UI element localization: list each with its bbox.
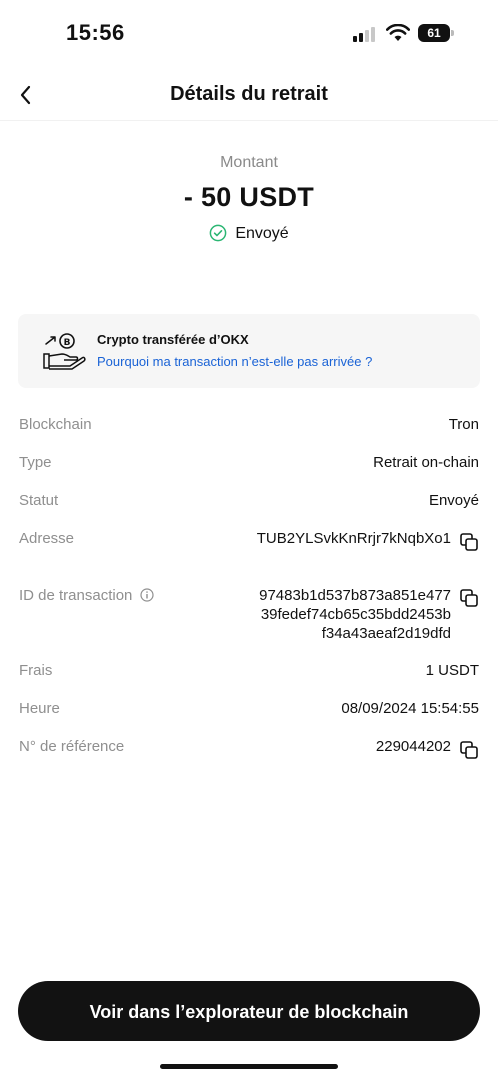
check-circle-icon: [209, 224, 227, 242]
tx-id-line: f34a43aeaf2d19dfd: [321, 625, 451, 642]
time-value: 08/09/2024 15:54:55: [341, 700, 479, 717]
wifi-icon: [386, 24, 410, 41]
address-label: Adresse: [19, 530, 75, 547]
status-row: Envoyé: [0, 224, 498, 243]
copy-tx-id-icon[interactable]: [460, 589, 478, 607]
tx-id-value: 97483b1d537b873a851e477 39fedef74cb65c35…: [191, 586, 451, 643]
reference-label: N° de référence: [19, 738, 125, 755]
blockchain-value: Tron: [448, 416, 479, 433]
info-icon[interactable]: [140, 588, 155, 602]
reference-value: 229044202: [375, 738, 451, 755]
status-time: 15:56: [66, 20, 125, 45]
fees-label: Frais: [19, 662, 53, 679]
blockchain-label: Blockchain: [19, 416, 92, 433]
amount-value: - 50 USDT: [183, 182, 315, 212]
nav-header: Détails du retrait: [0, 70, 498, 121]
why-not-arrived-link[interactable]: Pourquoi ma transaction n’est-elle pas a…: [97, 354, 372, 369]
signal-icon: [353, 26, 379, 42]
tx-id-line: 97483b1d537b873a851e477: [259, 587, 451, 604]
status-text: Envoyé: [235, 225, 289, 242]
home-indicator: [160, 1064, 338, 1069]
status-bar: 15:56 61: [0, 0, 498, 70]
type-value: Retrait on-chain: [373, 454, 479, 471]
fees-value: 1 USDT: [425, 662, 479, 679]
copy-reference-icon[interactable]: [460, 741, 478, 759]
type-label: Type: [19, 454, 52, 471]
battery-icon: 61: [418, 24, 454, 42]
tx-id-label: ID de transaction: [19, 587, 155, 604]
address-value: TUB2YLSvkKnRrjr7kNqbXo1: [256, 530, 451, 547]
amount-label: Montant: [220, 154, 278, 171]
time-label: Heure: [19, 700, 60, 717]
copy-address-icon[interactable]: [460, 533, 478, 551]
hand-crypto-icon: B: [43, 333, 86, 370]
tx-id-line: 39fedef74cb65c35bdd2453b: [260, 606, 451, 623]
page-title: Détails du retrait: [170, 83, 328, 105]
view-in-explorer-button[interactable]: Voir dans l’explorateur de blockchain: [18, 981, 480, 1041]
svg-text:B: B: [64, 338, 71, 348]
battery-level: 61: [427, 26, 441, 40]
status-value: Envoyé: [428, 492, 479, 509]
info-card: B Crypto transférée d’OKX Pourquoi ma tr…: [18, 314, 480, 388]
info-card-title: Crypto transférée d’OKX: [97, 332, 249, 347]
tx-id-label-text: ID de transaction: [19, 587, 133, 604]
status-label: Statut: [19, 492, 59, 509]
